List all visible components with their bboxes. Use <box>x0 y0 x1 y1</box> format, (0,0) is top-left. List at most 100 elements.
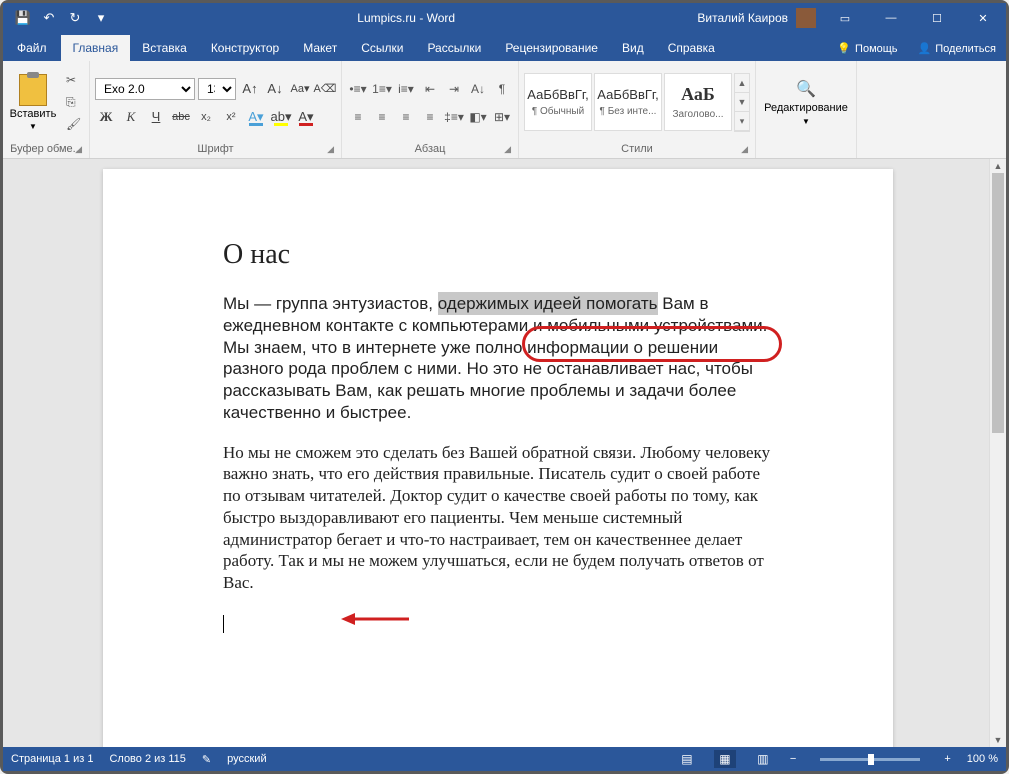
sort-icon[interactable]: A↓ <box>467 78 489 100</box>
tab-insert[interactable]: Вставка <box>130 35 199 61</box>
status-language[interactable]: русский <box>227 753 266 765</box>
font-name-combo[interactable]: Exo 2.0 <box>95 78 195 100</box>
copy-icon[interactable]: ⎘ <box>66 95 84 111</box>
web-layout-icon[interactable]: ▥ <box>752 750 774 768</box>
qat-dropdown-icon[interactable]: ▾ <box>91 8 111 28</box>
ribbon: Вставить ▼ ✂ ⎘ 🖌 Буфер обме... ◢ Exo 2.0… <box>3 61 1006 159</box>
grow-font-icon[interactable]: A↑ <box>239 78 261 100</box>
cursor-paragraph <box>223 612 773 634</box>
decrease-indent-icon[interactable]: ⇤ <box>419 78 441 100</box>
zoom-level[interactable]: 100 % <box>967 753 998 765</box>
save-icon[interactable]: 💾 <box>13 8 33 28</box>
paragraph-1: Мы — группа энтузиастов, одержимых идеей… <box>223 293 773 424</box>
ribbon-tabs: Файл Главная Вставка Конструктор Макет С… <box>3 33 1006 61</box>
underline-button[interactable]: Ч <box>145 106 167 128</box>
gallery-up-icon[interactable]: ▲ <box>735 74 749 93</box>
increase-indent-icon[interactable]: ⇥ <box>443 78 465 100</box>
paragraph-2: Но мы не сможем это сделать без Вашей об… <box>223 442 773 594</box>
shading-icon[interactable]: ◧▾ <box>467 106 489 128</box>
document-title: Lumpics.ru - Word <box>121 11 691 25</box>
format-painter-icon[interactable]: 🖌 <box>66 117 84 133</box>
quick-access-toolbar: 💾 ↶ ↻ ▾ <box>3 8 121 28</box>
user-area[interactable]: Виталий Каиров <box>691 8 822 28</box>
tab-file[interactable]: Файл <box>3 35 61 61</box>
maximize-icon[interactable]: ☐ <box>914 3 960 33</box>
user-name: Виталий Каиров <box>697 11 788 25</box>
dialog-launcher-icon[interactable]: ◢ <box>504 144 511 155</box>
close-icon[interactable]: ✕ <box>960 3 1006 33</box>
document-page[interactable]: О нас Мы — группа энтузиастов, одержимых… <box>103 169 893 747</box>
highlight-color-icon[interactable]: ab▾ <box>270 106 292 128</box>
style-normal[interactable]: АаБбВвГг, ¶ Обычный <box>524 73 592 131</box>
font-size-combo[interactable]: 13 <box>198 78 236 100</box>
dialog-launcher-icon[interactable]: ◢ <box>75 144 82 155</box>
lightbulb-icon: 💡 <box>837 42 851 55</box>
print-layout-icon[interactable]: ▦ <box>714 750 736 768</box>
multilevel-icon[interactable]: i≡▾ <box>395 78 417 100</box>
tab-view[interactable]: Вид <box>610 35 656 61</box>
group-font: Exo 2.0 13 A↑ A↓ Aa▾ A⌫ Ж К Ч abc x₂ x² … <box>90 61 342 158</box>
window-controls: ▭ — ☐ ✕ <box>822 3 1006 33</box>
selected-text: одержимых идеей помогать <box>438 292 658 315</box>
redo-icon[interactable]: ↻ <box>65 8 85 28</box>
tab-design[interactable]: Конструктор <box>199 35 291 61</box>
tab-help[interactable]: Справка <box>656 35 727 61</box>
status-page[interactable]: Страница 1 из 1 <box>11 753 93 765</box>
minimize-icon[interactable]: — <box>868 3 914 33</box>
read-mode-icon[interactable]: ▤ <box>676 750 698 768</box>
scroll-up-icon[interactable]: ▲ <box>990 159 1006 173</box>
style-gallery: АаБбВвГг, ¶ Обычный АаБбВвГг, ¶ Без инте… <box>524 73 750 132</box>
tab-mailings[interactable]: Рассылки <box>415 35 493 61</box>
zoom-handle[interactable] <box>868 754 874 765</box>
bold-button[interactable]: Ж <box>95 106 117 128</box>
superscript-button[interactable]: x² <box>220 106 242 128</box>
cut-icon[interactable]: ✂ <box>66 73 84 89</box>
paste-button[interactable]: Вставить ▼ <box>8 74 58 131</box>
group-label-clipboard: Буфер обме... ◢ <box>8 141 84 158</box>
tab-layout[interactable]: Макет <box>291 35 349 61</box>
editing-button[interactable]: 🔍 Редактирование ▼ <box>761 79 851 126</box>
zoom-out-icon[interactable]: − <box>790 753 796 765</box>
italic-button[interactable]: К <box>120 106 142 128</box>
scroll-down-icon[interactable]: ▼ <box>990 733 1006 747</box>
clipboard-icon <box>19 74 47 106</box>
style-heading[interactable]: АаБ Заголово... <box>664 73 732 131</box>
subscript-button[interactable]: x₂ <box>195 106 217 128</box>
vertical-scrollbar[interactable]: ▲ ▼ <box>989 159 1006 747</box>
line-spacing-icon[interactable]: ‡≡▾ <box>443 106 465 128</box>
tab-review[interactable]: Рецензирование <box>493 35 610 61</box>
align-center-icon[interactable]: ≡ <box>371 106 393 128</box>
text-cursor-icon <box>223 615 224 633</box>
style-nospacing[interactable]: АаБбВвГг, ¶ Без инте... <box>594 73 662 131</box>
numbering-icon[interactable]: 1≡▾ <box>371 78 393 100</box>
text-effects-icon[interactable]: A▾ <box>245 106 267 128</box>
bullets-icon[interactable]: •≡▾ <box>347 78 369 100</box>
proofing-icon[interactable]: ✎ <box>202 753 211 766</box>
status-words[interactable]: Слово 2 из 115 <box>109 753 185 765</box>
group-paragraph: •≡▾ 1≡▾ i≡▾ ⇤ ⇥ A↓ ¶ ≡ ≡ ≡ ≡ ‡≡▾ ◧▾ ⊞▾ <box>342 61 519 158</box>
ribbon-options-icon[interactable]: ▭ <box>822 3 868 33</box>
undo-icon[interactable]: ↶ <box>39 8 59 28</box>
shrink-font-icon[interactable]: A↓ <box>264 78 286 100</box>
group-editing: 🔍 Редактирование ▼ <box>756 61 857 158</box>
font-color-icon[interactable]: A▾ <box>295 106 317 128</box>
clear-formatting-icon[interactable]: A⌫ <box>314 78 336 100</box>
gallery-down-icon[interactable]: ▼ <box>735 93 749 112</box>
zoom-slider[interactable] <box>820 758 920 761</box>
borders-icon[interactable]: ⊞▾ <box>491 106 513 128</box>
tab-home[interactable]: Главная <box>61 35 131 61</box>
strike-button[interactable]: abc <box>170 106 192 128</box>
scroll-thumb[interactable] <box>992 173 1004 433</box>
tell-me-button[interactable]: 💡 Помощь <box>827 36 907 61</box>
change-case-icon[interactable]: Aa▾ <box>289 78 311 100</box>
tab-references[interactable]: Ссылки <box>349 35 415 61</box>
zoom-in-icon[interactable]: + <box>944 753 950 765</box>
show-marks-icon[interactable]: ¶ <box>491 78 513 100</box>
gallery-more-icon[interactable]: ▾ <box>735 112 749 131</box>
dialog-launcher-icon[interactable]: ◢ <box>741 144 748 155</box>
align-right-icon[interactable]: ≡ <box>395 106 417 128</box>
align-left-icon[interactable]: ≡ <box>347 106 369 128</box>
dialog-launcher-icon[interactable]: ◢ <box>327 144 334 155</box>
justify-icon[interactable]: ≡ <box>419 106 441 128</box>
share-button[interactable]: 👤 Поделиться <box>908 36 1006 61</box>
